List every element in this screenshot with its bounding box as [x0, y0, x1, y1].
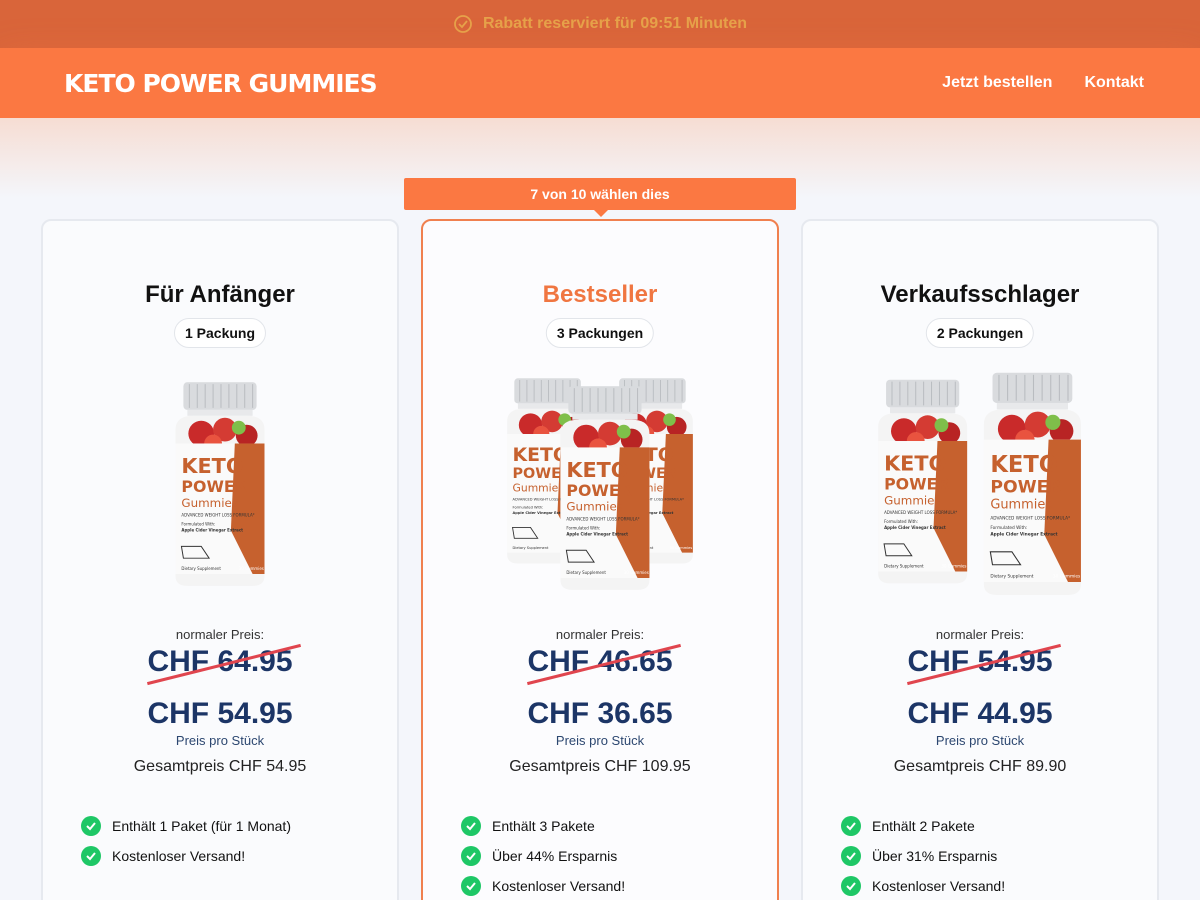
feature-text: Über 44% Ersparnis [492, 848, 618, 864]
check-icon [81, 816, 101, 836]
feature-item: Kostenloser Versand! [841, 871, 1005, 900]
main-nav: Jetzt bestellen Kontakt [942, 74, 1144, 92]
per-piece-label: Preis pro Stück [935, 733, 1025, 748]
feature-item: Kostenloser Versand! [461, 871, 625, 900]
offer-title: Verkaufsschlager [880, 281, 1080, 308]
feature-list: Enthält 1 Paket (für 1 Monat) Kostenlose… [81, 811, 291, 871]
package-count-badge: 1 Packung [173, 318, 267, 348]
check-icon [461, 816, 481, 836]
package-count-badge: 3 Packungen [545, 318, 655, 348]
product-image [506, 377, 694, 591]
new-price: CHF 36.65 [527, 697, 673, 730]
popular-choice-badge: 7 von 10 wählen dies [404, 178, 796, 217]
total-price: Gesamtpreis CHF 109.95 [509, 758, 691, 775]
per-piece-label: Preis pro Stück [175, 733, 265, 748]
discount-timer-bar: Rabatt reserviert für 09:51 Minuten [0, 0, 1200, 48]
offer-card-3[interactable]: Verkaufsschlager 2 Packungen normaler Pr… [801, 219, 1159, 900]
feature-text: Enthält 1 Paket (für 1 Monat) [112, 818, 291, 834]
feature-text: Kostenloser Versand! [492, 878, 626, 894]
regular-price-label: normaler Preis: [175, 627, 265, 642]
product-image [175, 382, 265, 587]
total-price: Gesamtpreis CHF 54.95 [133, 758, 307, 775]
check-icon [461, 876, 481, 896]
check-icon [841, 816, 861, 836]
check-icon [81, 846, 101, 866]
regular-price-label: normaler Preis: [555, 627, 645, 642]
offer-title: Bestseller [542, 281, 658, 308]
offer-card-2[interactable]: Bestseller 3 Packungen normaler Preis: C… [421, 219, 779, 900]
old-price: CHF 54.95 [803, 643, 1157, 686]
new-price: CHF 54.95 [147, 697, 293, 730]
feature-text: Enthält 2 Pakete [872, 818, 975, 834]
feature-list: Enthält 2 Pakete Über 31% Ersparnis Kost… [841, 811, 1005, 900]
old-price: CHF 46.65 [423, 643, 777, 686]
regular-price-label: normaler Preis: [935, 627, 1025, 642]
discount-timer-text: Rabatt reserviert für 09:51 Minuten [482, 15, 748, 32]
old-price: CHF 64.95 [43, 643, 397, 686]
product-image [877, 372, 1082, 596]
check-icon [841, 876, 861, 896]
offer-card-1[interactable]: Für Anfänger 1 Packung normaler Preis: C… [41, 219, 399, 900]
feature-text: Über 31% Ersparnis [872, 848, 998, 864]
check-icon [461, 846, 481, 866]
feature-list: Enthält 3 Pakete Über 44% Ersparnis Kost… [461, 811, 625, 900]
total-price: Gesamtpreis CHF 89.90 [893, 758, 1067, 775]
nav-order-now[interactable]: Jetzt bestellen [942, 74, 1052, 92]
package-count-badge: 2 Packungen [925, 318, 1035, 348]
feature-text: Kostenloser Versand! [112, 848, 246, 864]
feature-item: Kostenloser Versand! [81, 841, 291, 871]
logo[interactable]: KETO POWER GUMMIES [64, 69, 378, 98]
feature-item: Über 31% Ersparnis [841, 841, 1005, 871]
offer-title: Für Anfänger [145, 281, 295, 308]
feature-item: Enthält 2 Pakete [841, 811, 1005, 841]
site-header: KETO POWER GUMMIES Jetzt bestellen Konta… [0, 48, 1200, 118]
per-piece-label: Preis pro Stück [555, 733, 645, 748]
feature-item: Enthält 1 Paket (für 1 Monat) [81, 811, 291, 841]
feature-text: Kostenloser Versand! [872, 878, 1006, 894]
feature-item: Über 44% Ersparnis [461, 841, 625, 871]
feature-item: Enthält 3 Pakete [461, 811, 625, 841]
nav-contact[interactable]: Kontakt [1084, 74, 1144, 92]
new-price: CHF 44.95 [907, 697, 1053, 730]
timer-check-icon [454, 15, 472, 33]
check-icon [841, 846, 861, 866]
feature-text: Enthält 3 Pakete [492, 818, 595, 834]
